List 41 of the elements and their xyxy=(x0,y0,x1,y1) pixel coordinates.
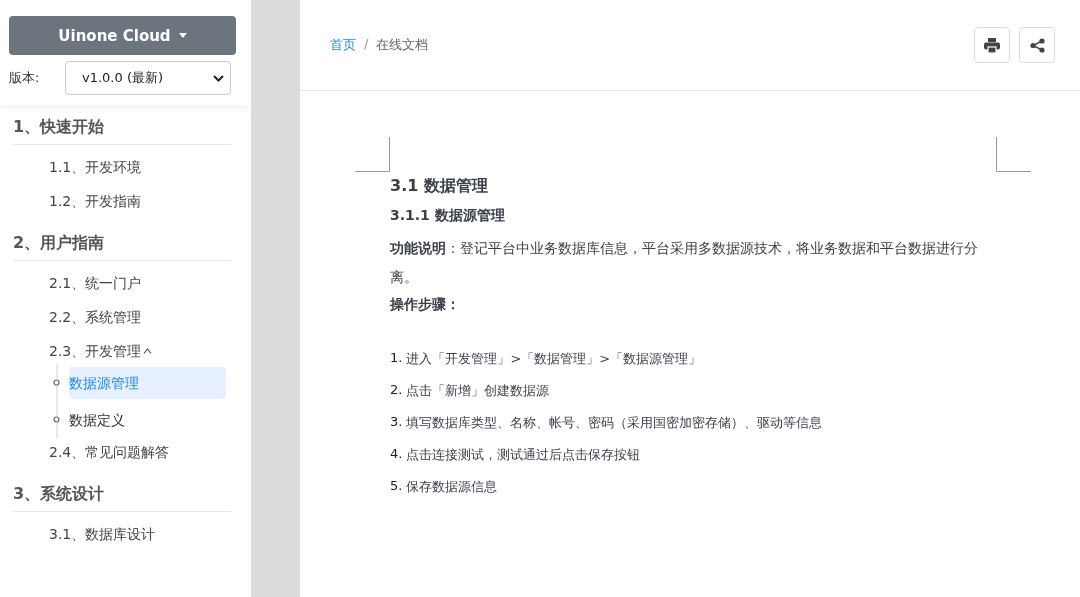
nav-item[interactable]: 1.2、开发指南 xyxy=(49,193,231,227)
print-button[interactable] xyxy=(974,27,1010,63)
nav-item[interactable]: 2.1、统一门户 xyxy=(49,275,231,309)
step-number: 1. xyxy=(390,350,403,367)
section-heading: 3.1.1 数据源管理 xyxy=(390,207,506,225)
step-number: 3. xyxy=(390,414,403,431)
step-text: 填写数据库类型、名称、帐号、密码（采用国密加密存储）、驱动等信息 xyxy=(406,414,823,432)
bullet-icon xyxy=(53,379,60,386)
step-number: 5. xyxy=(390,478,403,495)
breadcrumb-separator: / xyxy=(364,36,369,53)
step-text: 保存数据源信息 xyxy=(406,478,498,496)
step-text: 进入「开发管理」>「数据管理」>「数据源管理」 xyxy=(406,350,702,368)
steps-heading: 操作步骤： xyxy=(390,296,461,314)
step-number: 2. xyxy=(390,382,403,399)
step-number: 4. xyxy=(390,446,403,463)
caret-up-icon xyxy=(143,348,153,354)
nav-item[interactable]: 2.2、系统管理 xyxy=(49,309,231,343)
crop-mark xyxy=(355,137,390,172)
nav-item[interactable]: 2.4、常见问题解答 xyxy=(49,444,231,478)
nav-item[interactable]: 3.1、数据库设计 xyxy=(49,526,231,560)
version-select[interactable]: v1.0.0 (最新) xyxy=(65,61,231,95)
nav-item[interactable]: 1.1、开发环境 xyxy=(49,159,231,193)
version-label: 版本: xyxy=(9,69,41,87)
bullet-icon xyxy=(53,416,60,423)
nav-section-heading[interactable]: 2、用户指南 xyxy=(13,233,231,261)
chevron-down-icon xyxy=(213,74,224,82)
breadcrumb-current: 在线文档 xyxy=(376,36,429,54)
breadcrumb-link[interactable]: 首页 xyxy=(330,36,356,54)
caret-down-icon xyxy=(178,33,187,38)
nav-subitem[interactable]: 数据定义 xyxy=(69,403,226,436)
printer-icon xyxy=(984,37,1000,53)
step-text: 点击连接测试，测试通过后点击保存按钮 xyxy=(406,446,641,464)
crop-mark xyxy=(996,137,1031,172)
document-title: 3.1 数据管理 xyxy=(390,176,489,197)
share-button[interactable] xyxy=(1019,27,1055,63)
nav-section-heading[interactable]: 1、快速开始 xyxy=(13,117,231,145)
step-text: 点击「新增」创建数据源 xyxy=(406,382,550,400)
share-icon xyxy=(1029,37,1045,53)
description-paragraph: 功能说明：登记平台中业务数据库信息，平台采用多数据源技术，将业务数据和平台数据进行分离。 xyxy=(390,239,979,287)
product-dropdown-button[interactable]: Uinone Cloud xyxy=(9,16,236,55)
nav-section-heading[interactable]: 3、系统设计 xyxy=(13,484,231,512)
